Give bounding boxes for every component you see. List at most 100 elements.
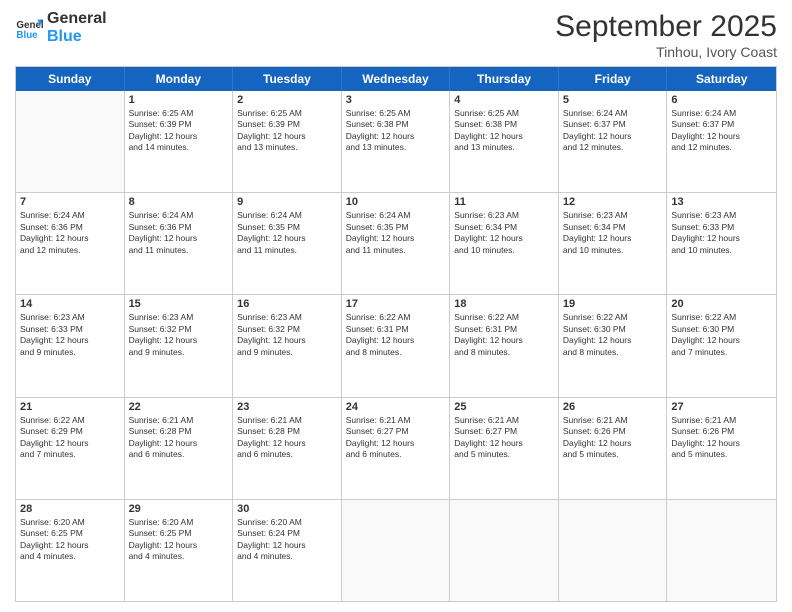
day-info: Sunrise: 6:22 AM Sunset: 6:30 PM Dayligh… [671, 312, 772, 358]
day-info: Sunrise: 6:24 AM Sunset: 6:35 PM Dayligh… [237, 210, 337, 256]
day-number: 29 [129, 503, 229, 515]
day-number: 12 [563, 196, 663, 208]
weekday-header-thursday: Thursday [450, 67, 559, 91]
day-number: 25 [454, 401, 554, 413]
day-info: Sunrise: 6:24 AM Sunset: 6:36 PM Dayligh… [129, 210, 229, 256]
day-cell-13: 13Sunrise: 6:23 AM Sunset: 6:33 PM Dayli… [667, 193, 776, 294]
calendar-row-2: 7 Sunrise: 6:24 AM Sunset: 6:36 PM Daylig… [16, 192, 776, 294]
day-number: 2 [237, 94, 337, 106]
day-info: Sunrise: 6:21 AM Sunset: 6:26 PM Dayligh… [671, 415, 772, 461]
day-cell-29: 29 Sunrise: 6:20 AM Sunset: 6:25 PM Dayli… [125, 500, 234, 601]
title-block: September 2025 Tinhou, Ivory Coast [555, 10, 777, 60]
day-number: 16 [237, 298, 337, 310]
day-number: 28 [20, 503, 120, 515]
day-info: Sunrise: 6:22 AM Sunset: 6:30 PM Dayligh… [563, 312, 663, 358]
day-cell-1: 1 Sunrise: 6:25 AM Sunset: 6:39 PM Daylig… [125, 91, 234, 192]
day-number: 14 [20, 298, 120, 310]
day-cell-28: 28 Sunrise: 6:20 AM Sunset: 6:25 PM Dayli… [16, 500, 125, 601]
calendar-body: 1 Sunrise: 6:25 AM Sunset: 6:39 PM Daylig… [16, 91, 776, 601]
empty-cell [450, 500, 559, 601]
day-number: 11 [454, 196, 554, 208]
day-cell-27: 27 Sunrise: 6:21 AM Sunset: 6:26 PM Dayli… [667, 398, 776, 499]
day-info: Sunrise: 6:21 AM Sunset: 6:27 PM Dayligh… [346, 415, 446, 461]
day-info: Sunrise: 6:25 AM Sunset: 6:39 PM Dayligh… [237, 108, 337, 154]
day-number: 1 [129, 94, 229, 106]
day-info: Sunrise: 6:22 AM Sunset: 6:29 PM Dayligh… [20, 415, 120, 461]
empty-cell [16, 91, 125, 192]
weekday-header-friday: Friday [559, 67, 668, 91]
svg-text:Blue: Blue [16, 29, 38, 40]
empty-cell [667, 500, 776, 601]
day-cell-19: 19 Sunrise: 6:22 AM Sunset: 6:30 PM Dayli… [559, 295, 668, 396]
day-cell-8: 8 Sunrise: 6:24 AM Sunset: 6:36 PM Daylig… [125, 193, 234, 294]
day-cell-15: 15 Sunrise: 6:23 AM Sunset: 6:32 PM Dayli… [125, 295, 234, 396]
weekday-header-saturday: Saturday [667, 67, 776, 91]
logo: General Blue General Blue [15, 10, 107, 45]
day-cell-9: 9 Sunrise: 6:24 AM Sunset: 6:35 PM Daylig… [233, 193, 342, 294]
day-cell-5: 5 Sunrise: 6:24 AM Sunset: 6:37 PM Daylig… [559, 91, 668, 192]
day-number: 26 [563, 401, 663, 413]
day-info: Sunrise: 6:20 AM Sunset: 6:25 PM Dayligh… [20, 517, 120, 563]
calendar: SundayMondayTuesdayWednesdayThursdayFrid… [15, 66, 777, 602]
day-cell-17: 17Sunrise: 6:22 AM Sunset: 6:31 PM Dayli… [342, 295, 451, 396]
day-info: Sunrise: 6:21 AM Sunset: 6:28 PM Dayligh… [237, 415, 337, 461]
day-info: Sunrise: 6:25 AM Sunset: 6:38 PM Dayligh… [454, 108, 554, 154]
day-number: 27 [671, 401, 772, 413]
day-info: Sunrise: 6:20 AM Sunset: 6:24 PM Dayligh… [237, 517, 337, 563]
day-info: Sunrise: 6:25 AM Sunset: 6:38 PM Dayligh… [346, 108, 446, 154]
day-cell-20: 20 Sunrise: 6:22 AM Sunset: 6:30 PM Dayli… [667, 295, 776, 396]
day-number: 8 [129, 196, 229, 208]
day-info: Sunrise: 6:23 AM Sunset: 6:34 PM Dayligh… [454, 210, 554, 256]
day-info: Sunrise: 6:23 AM Sunset: 6:34 PM Dayligh… [563, 210, 663, 256]
day-cell-10: 10Sunrise: 6:24 AM Sunset: 6:35 PM Dayli… [342, 193, 451, 294]
day-number: 19 [563, 298, 663, 310]
day-cell-11: 11 Sunrise: 6:23 AM Sunset: 6:34 PM Dayli… [450, 193, 559, 294]
day-number: 5 [563, 94, 663, 106]
day-cell-12: 12 Sunrise: 6:23 AM Sunset: 6:34 PM Dayli… [559, 193, 668, 294]
day-cell-30: 30Sunrise: 6:20 AM Sunset: 6:24 PM Dayli… [233, 500, 342, 601]
day-number: 15 [129, 298, 229, 310]
day-info: Sunrise: 6:24 AM Sunset: 6:37 PM Dayligh… [671, 108, 772, 154]
day-cell-21: 21Sunrise: 6:22 AM Sunset: 6:29 PM Dayli… [16, 398, 125, 499]
day-number: 23 [237, 401, 337, 413]
day-number: 6 [671, 94, 772, 106]
day-number: 18 [454, 298, 554, 310]
day-info: Sunrise: 6:23 AM Sunset: 6:32 PM Dayligh… [237, 312, 337, 358]
month-title: September 2025 [555, 10, 777, 44]
day-cell-14: 14Sunrise: 6:23 AM Sunset: 6:33 PM Dayli… [16, 295, 125, 396]
day-number: 3 [346, 94, 446, 106]
day-info: Sunrise: 6:24 AM Sunset: 6:36 PM Dayligh… [20, 210, 120, 256]
day-info: Sunrise: 6:23 AM Sunset: 6:32 PM Dayligh… [129, 312, 229, 358]
day-cell-25: 25 Sunrise: 6:21 AM Sunset: 6:27 PM Dayli… [450, 398, 559, 499]
day-number: 20 [671, 298, 772, 310]
day-cell-23: 23 Sunrise: 6:21 AM Sunset: 6:28 PM Dayli… [233, 398, 342, 499]
day-info: Sunrise: 6:21 AM Sunset: 6:26 PM Dayligh… [563, 415, 663, 461]
day-number: 7 [20, 196, 120, 208]
day-cell-4: 4 Sunrise: 6:25 AM Sunset: 6:38 PM Daylig… [450, 91, 559, 192]
day-info: Sunrise: 6:20 AM Sunset: 6:25 PM Dayligh… [129, 517, 229, 563]
day-info: Sunrise: 6:21 AM Sunset: 6:27 PM Dayligh… [454, 415, 554, 461]
calendar-row-3: 14Sunrise: 6:23 AM Sunset: 6:33 PM Dayli… [16, 294, 776, 396]
day-info: Sunrise: 6:22 AM Sunset: 6:31 PM Dayligh… [346, 312, 446, 358]
day-number: 9 [237, 196, 337, 208]
calendar-header: SundayMondayTuesdayWednesdayThursdayFrid… [16, 67, 776, 91]
day-info: Sunrise: 6:23 AM Sunset: 6:33 PM Dayligh… [671, 210, 772, 256]
day-info: Sunrise: 6:25 AM Sunset: 6:39 PM Dayligh… [129, 108, 229, 154]
calendar-row-1: 1 Sunrise: 6:25 AM Sunset: 6:39 PM Daylig… [16, 91, 776, 192]
logo-icon: General Blue [15, 14, 43, 42]
weekday-header-sunday: Sunday [16, 67, 125, 91]
calendar-row-4: 21Sunrise: 6:22 AM Sunset: 6:29 PM Dayli… [16, 397, 776, 499]
day-cell-3: 3 Sunrise: 6:25 AM Sunset: 6:38 PM Daylig… [342, 91, 451, 192]
weekday-header-monday: Monday [125, 67, 234, 91]
day-cell-24: 24Sunrise: 6:21 AM Sunset: 6:27 PM Dayli… [342, 398, 451, 499]
day-number: 4 [454, 94, 554, 106]
day-cell-2: 2 Sunrise: 6:25 AM Sunset: 6:39 PM Daylig… [233, 91, 342, 192]
day-cell-18: 18 Sunrise: 6:22 AM Sunset: 6:31 PM Dayli… [450, 295, 559, 396]
day-info: Sunrise: 6:22 AM Sunset: 6:31 PM Dayligh… [454, 312, 554, 358]
calendar-row-5: 28 Sunrise: 6:20 AM Sunset: 6:25 PM Dayli… [16, 499, 776, 601]
day-cell-22: 22Sunrise: 6:21 AM Sunset: 6:28 PM Dayli… [125, 398, 234, 499]
page-header: General Blue General Blue September 2025… [15, 10, 777, 60]
location: Tinhou, Ivory Coast [555, 44, 777, 60]
day-info: Sunrise: 6:24 AM Sunset: 6:35 PM Dayligh… [346, 210, 446, 256]
day-info: Sunrise: 6:24 AM Sunset: 6:37 PM Dayligh… [563, 108, 663, 154]
